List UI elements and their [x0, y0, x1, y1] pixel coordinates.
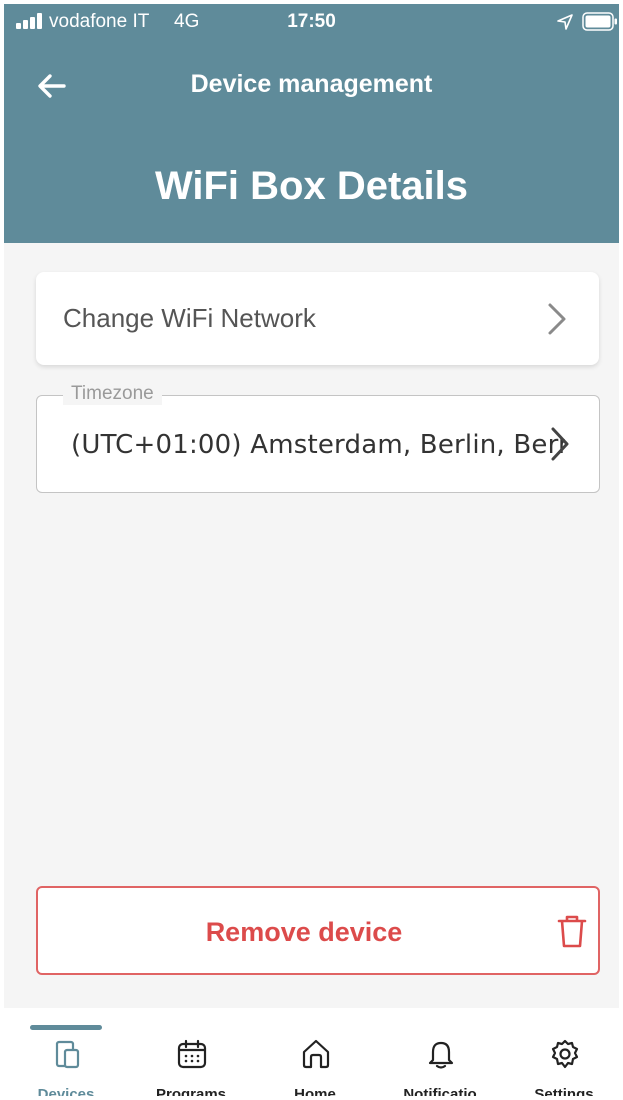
trash-icon [557, 915, 587, 948]
devices-icon [55, 1040, 80, 1069]
change-wifi-network-button[interactable]: Change WiFi Network [36, 272, 599, 365]
tab-label: Devices [37, 1086, 95, 1096]
bottom-tab-bar: Devices Programs Home Notificatio Settin… [4, 1008, 619, 1096]
remove-device-button[interactable]: Remove device [36, 886, 600, 975]
tab-label: Programs [155, 1086, 227, 1096]
page-title: WiFi Box Details [154, 164, 469, 208]
tab-home[interactable]: Home [260, 1034, 370, 1096]
battery-icon [582, 12, 617, 31]
gear-icon [551, 1039, 579, 1069]
clock: 17:50 [287, 11, 336, 32]
calendar-icon [177, 1039, 207, 1069]
chevron-right-icon [551, 427, 569, 461]
tab-programs[interactable]: Programs [136, 1034, 246, 1096]
status-bar: vodafone IT 4G 17:50 [4, 4, 619, 40]
tab-label: Settings [534, 1086, 594, 1096]
location-arrow-icon [557, 14, 573, 30]
timezone-select[interactable]: Timezone (UTC+01:00) Amsterdam, Berlin, … [36, 383, 600, 493]
tab-label: Home [294, 1086, 336, 1096]
tab-notifications[interactable]: Notificatio [385, 1034, 495, 1096]
tab-settings[interactable]: Settings [509, 1034, 619, 1096]
active-tab-indicator [30, 1025, 102, 1030]
remove-device-label: Remove device [205, 917, 403, 947]
tab-label: Notificatio [403, 1086, 477, 1096]
change-wifi-network-label: Change WiFi Network [63, 303, 316, 333]
nav-title: Device management [190, 70, 433, 98]
timezone-field-label: Timezone [63, 383, 162, 405]
tab-devices[interactable]: Devices [11, 1034, 121, 1096]
chevron-right-icon [548, 303, 566, 335]
app-screen: vodafone IT 4G 17:50 Device management W… [4, 4, 619, 1096]
home-icon [302, 1039, 330, 1069]
bell-icon [428, 1041, 454, 1069]
timezone-value: (UTC+01:00) Amsterdam, Berlin, Bern, R [71, 430, 565, 460]
header-bar: vodafone IT 4G 17:50 Device management W… [4, 4, 619, 243]
